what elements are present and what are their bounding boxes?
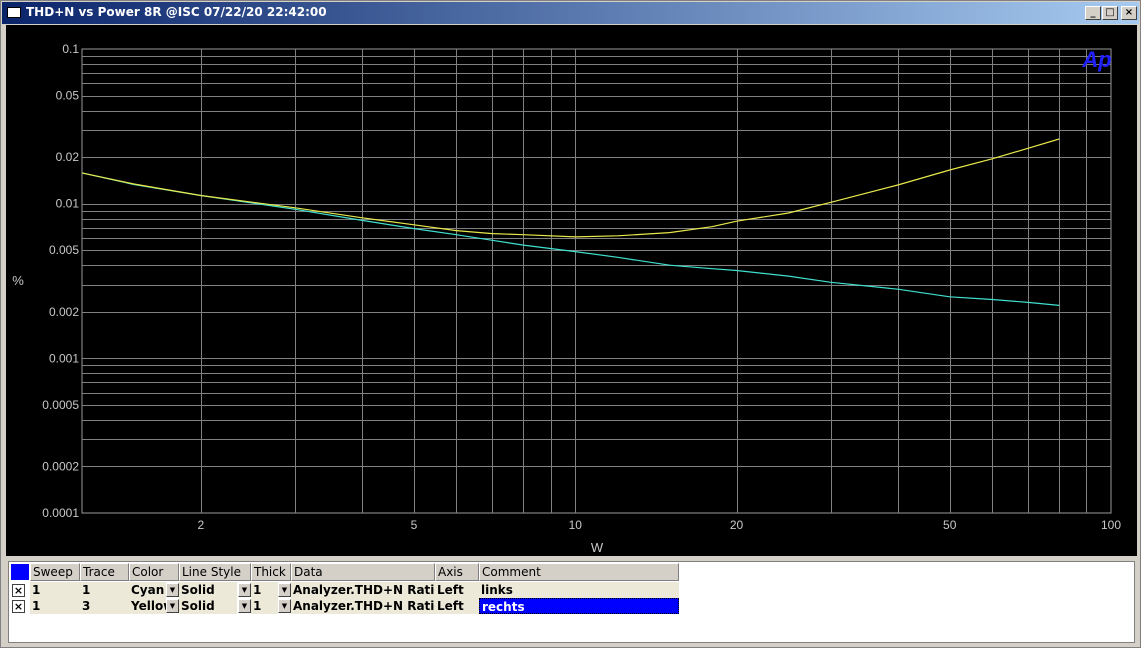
line-style-cell[interactable]: Solid [179,598,237,614]
line-style-dropdown-icon[interactable]: ▼ [238,583,251,597]
comment-cell-selected[interactable]: rechts [479,598,679,614]
trace-enable-checkbox[interactable]: × [12,600,25,613]
trace-cell[interactable]: 1 [80,582,129,598]
header-sweep[interactable]: Sweep [30,563,80,581]
x-tick-label: 20 [730,518,744,532]
color-cell[interactable]: Cyan [129,582,166,598]
y-axis-label: % [12,273,24,288]
header-axis[interactable]: Axis [435,563,479,581]
header-data[interactable]: Data [291,563,435,581]
maximize-button[interactable]: □ [1102,6,1118,20]
y-tick-label: 0.0001 [42,506,79,520]
y-tick-label: 0.0002 [42,459,79,473]
x-tick-label: 50 [943,518,957,532]
plot-frame [81,48,1112,514]
trace-enable-checkbox[interactable]: × [12,584,25,597]
x-tick-labels: 2 5 10 20 50 100 [198,518,1122,532]
x-tick-label: 5 [411,518,418,532]
sweep-cell[interactable]: 1 [30,582,80,598]
thick-cell[interactable]: 1 [251,582,278,598]
window-title: THD+N vs Power 8R @ISC 07/22/20 22:42:00 [26,5,327,19]
splitter-bar[interactable] [6,556,1137,560]
trace-cell[interactable]: 3 [80,598,129,614]
y-tick-label: 0.01 [56,197,80,211]
x-tick-label: 100 [1101,518,1121,532]
title-bar[interactable]: THD+N vs Power 8R @ISC 07/22/20 22:42:00… [2,2,1139,24]
thd-chart: 0.1 0.05 0.02 0.01 0.005 0.002 0.001 0.0005 0.00… [12,42,1122,555]
x-tick-label: 2 [198,518,205,532]
select-all-corner[interactable] [10,563,30,581]
axis-cell[interactable]: Left [435,598,479,614]
y-tick-label: 0.002 [49,305,79,319]
color-cell[interactable]: Yellow [129,598,166,614]
line-style-cell[interactable]: Solid [179,582,237,598]
y-tick-label: 0.02 [56,150,80,164]
header-trace[interactable]: Trace [80,563,129,581]
close-button[interactable]: × [1121,6,1137,20]
app-window: THD+N vs Power 8R @ISC 07/22/20 22:42:00… [0,0,1141,648]
header-line-style[interactable]: Line Style [179,563,251,581]
comment-cell[interactable]: links [479,582,679,598]
x-axis-label: W [591,540,604,555]
y-tick-label: 0.0005 [42,398,79,412]
thick-cell[interactable]: 1 [251,598,278,614]
header-thick[interactable]: Thick [251,563,291,581]
series-line-rechts [81,138,1060,238]
ap-logo: Ap [1081,47,1111,72]
y-tick-label: 0.005 [49,243,79,257]
series-lines [81,138,1060,306]
line-style-dropdown-icon[interactable]: ▼ [238,599,251,613]
grid-lines [81,48,1112,514]
thick-dropdown-icon[interactable]: ▼ [278,599,291,613]
graph-panel[interactable]: 0.1 0.05 0.02 0.01 0.005 0.002 0.001 0.0005 0.00… [6,25,1137,556]
minimize-button[interactable]: _ [1085,6,1101,20]
data-cell[interactable]: Analyzer.THD+N Ratio B [291,598,435,614]
data-cell[interactable]: Analyzer.THD+N Ratio A [291,582,435,598]
header-comment[interactable]: Comment [479,563,679,581]
thick-dropdown-icon[interactable]: ▼ [278,583,291,597]
sweep-cell[interactable]: 1 [30,598,80,614]
y-tick-label: 0.05 [56,89,80,103]
y-tick-label: 0.001 [49,351,79,365]
header-color[interactable]: Color [129,563,179,581]
y-tick-labels: 0.1 0.05 0.02 0.01 0.005 0.002 0.001 0.0005 0.00… [42,42,79,520]
color-dropdown-icon[interactable]: ▼ [166,583,179,597]
y-tick-label: 0.1 [62,42,79,56]
axis-cell[interactable]: Left [435,582,479,598]
color-dropdown-icon[interactable]: ▼ [166,599,179,613]
window-icon[interactable] [7,7,21,18]
trace-table: Sweep Trace Color Line Style Thick Data … [8,561,1135,643]
x-tick-label: 10 [569,518,583,532]
